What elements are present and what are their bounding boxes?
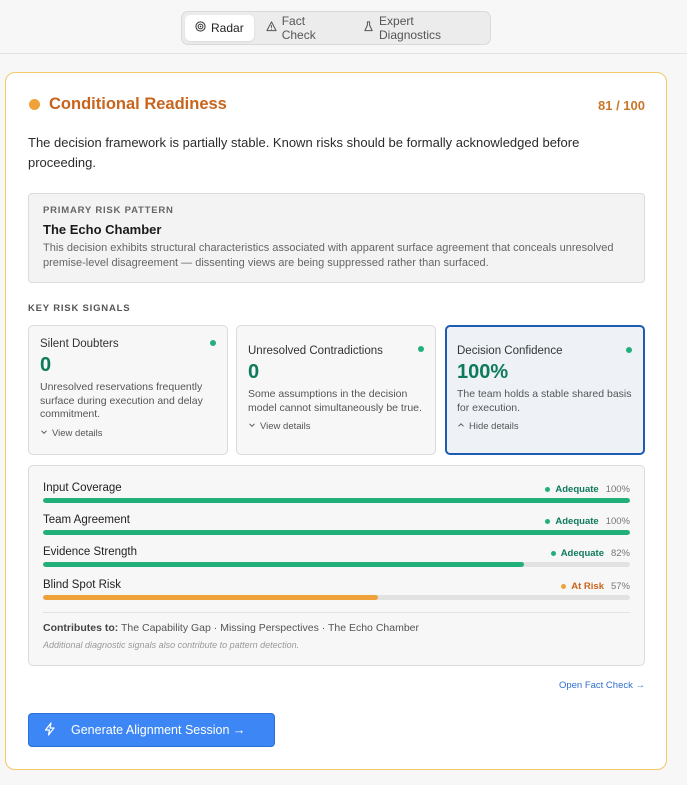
tab-expert-diagnostics[interactable]: Expert Diagnostics (353, 14, 487, 42)
toggle-label: Hide details (469, 421, 519, 432)
radar-icon (195, 21, 206, 35)
metric-bar (43, 562, 630, 567)
metric-status: At Risk 57% (561, 581, 630, 592)
top-bar: Radar Fact Check Expert Diagnostics (0, 0, 687, 54)
readiness-card: Conditional Readiness 81 / 100 The decis… (5, 72, 667, 770)
signal-description: Some assumptions in the decision model c… (248, 388, 422, 414)
readiness-title: Conditional Readiness (49, 95, 227, 113)
signal-card-unresolved-contradictions[interactable]: Unresolved Contradictions 0 Some assumpt… (236, 325, 436, 455)
status-dot (545, 487, 551, 492)
signal-description: Unresolved reservations frequently surfa… (40, 381, 203, 420)
primary-risk-name: The Echo Chamber (43, 222, 162, 237)
status-percent: 57% (610, 581, 630, 592)
status-dot (550, 551, 556, 556)
signal-value: 0 (248, 361, 260, 383)
contributes-note: Additional diagnostic signals also contr… (43, 640, 300, 650)
status-label: At Risk (571, 581, 604, 592)
metric-bar (43, 498, 630, 503)
signal-title: Decision Confidence (457, 345, 563, 357)
metric-bar-fill (43, 498, 630, 503)
signal-value: 100% (457, 361, 509, 383)
metric-status: Adequate 82% (550, 548, 630, 559)
warning-triangle-icon (266, 21, 277, 35)
key-risk-signals-label: KEY RISK SIGNALS (28, 303, 131, 314)
open-fact-check-link[interactable]: Open Fact Check → (559, 680, 645, 691)
readiness-score: 81 / 100 (598, 98, 645, 113)
signal-status-dot (626, 347, 632, 353)
signal-title: Unresolved Contradictions (248, 345, 383, 357)
status-percent: 82% (610, 548, 630, 559)
signal-status-dot (210, 340, 216, 346)
view-details-toggle[interactable]: View details (248, 421, 424, 432)
status-label: Adequate (560, 548, 604, 559)
chevron-down-icon (248, 421, 256, 432)
metric-team-agreement: Team Agreement Adequate 100% (43, 514, 630, 546)
metric-bar-fill (43, 530, 630, 535)
status-label: Adequate (555, 484, 599, 495)
metric-name: Blind Spot Risk (43, 579, 121, 591)
metric-name: Team Agreement (43, 514, 130, 526)
metric-input-coverage: Input Coverage Adequate 100% (43, 482, 630, 514)
metric-name: Input Coverage (43, 482, 122, 494)
metric-bar (43, 530, 630, 535)
generate-button-label: Generate Alignment Session → (71, 723, 246, 737)
contributes-label: Contributes to: (43, 622, 119, 634)
generate-alignment-session-button[interactable]: Generate Alignment Session → (28, 713, 275, 747)
metric-blind-spot-risk: Blind Spot Risk At Risk 57% (43, 579, 630, 611)
toggle-label: View details (260, 421, 311, 432)
status-percent: 100% (605, 516, 630, 527)
signal-title: Silent Doubters (40, 338, 119, 350)
signal-value: 0 (40, 354, 52, 376)
metric-bar-fill (43, 562, 525, 567)
tab-expert-diagnostics-label: Expert Diagnostics (379, 14, 442, 42)
metric-bar-fill (43, 595, 378, 600)
signal-status-dot (418, 346, 424, 352)
metric-bar (43, 595, 630, 600)
status-percent: 100% (605, 484, 630, 495)
toggle-label: View details (52, 427, 103, 439)
tab-fact-check-label: Fact Check (281, 14, 316, 42)
lightning-icon (43, 721, 57, 739)
primary-risk-description: This decision exhibits structural charac… (43, 242, 614, 269)
metrics-panel: Input Coverage Adequate 100% Team Agreem… (28, 465, 645, 666)
status-dot (545, 519, 551, 524)
hide-details-toggle[interactable]: Hide details (457, 421, 633, 432)
tab-fact-check[interactable]: Fact Check (256, 14, 351, 42)
view-tabs: Radar Fact Check Expert Diagnostics (181, 11, 491, 45)
tab-radar-label: Radar (211, 21, 244, 35)
metric-evidence-strength: Evidence Strength Adequate 82% (43, 546, 630, 578)
signal-card-silent-doubters[interactable]: Silent Doubters 0 Unresolved reservation… (28, 325, 228, 455)
signal-card-decision-confidence[interactable]: Decision Confidence 100% The team holds … (445, 325, 645, 455)
tab-radar[interactable]: Radar (185, 15, 254, 41)
signal-description: The team holds a stable shared basis for… (457, 388, 632, 414)
metrics-divider (43, 612, 630, 613)
primary-risk-label: PRIMARY RISK PATTERN (43, 205, 174, 216)
view-details-toggle[interactable]: View details (40, 428, 216, 439)
contributes-to: Contributes to: The Capability Gap · Mis… (43, 622, 419, 634)
metric-status: Adequate 100% (545, 484, 630, 495)
readiness-summary: The decision framework is partially stab… (28, 135, 580, 170)
metric-name: Evidence Strength (43, 546, 137, 558)
chevron-up-icon (457, 421, 465, 432)
contributes-text: The Capability Gap · Missing Perspective… (120, 622, 419, 634)
flask-icon (363, 21, 374, 35)
status-label: Adequate (555, 516, 599, 527)
chevron-down-icon (40, 428, 48, 439)
primary-risk-pattern: PRIMARY RISK PATTERN The Echo Chamber Th… (28, 193, 645, 283)
metric-status: Adequate 100% (545, 516, 630, 527)
readiness-status-dot (29, 99, 40, 110)
status-dot (561, 584, 567, 589)
